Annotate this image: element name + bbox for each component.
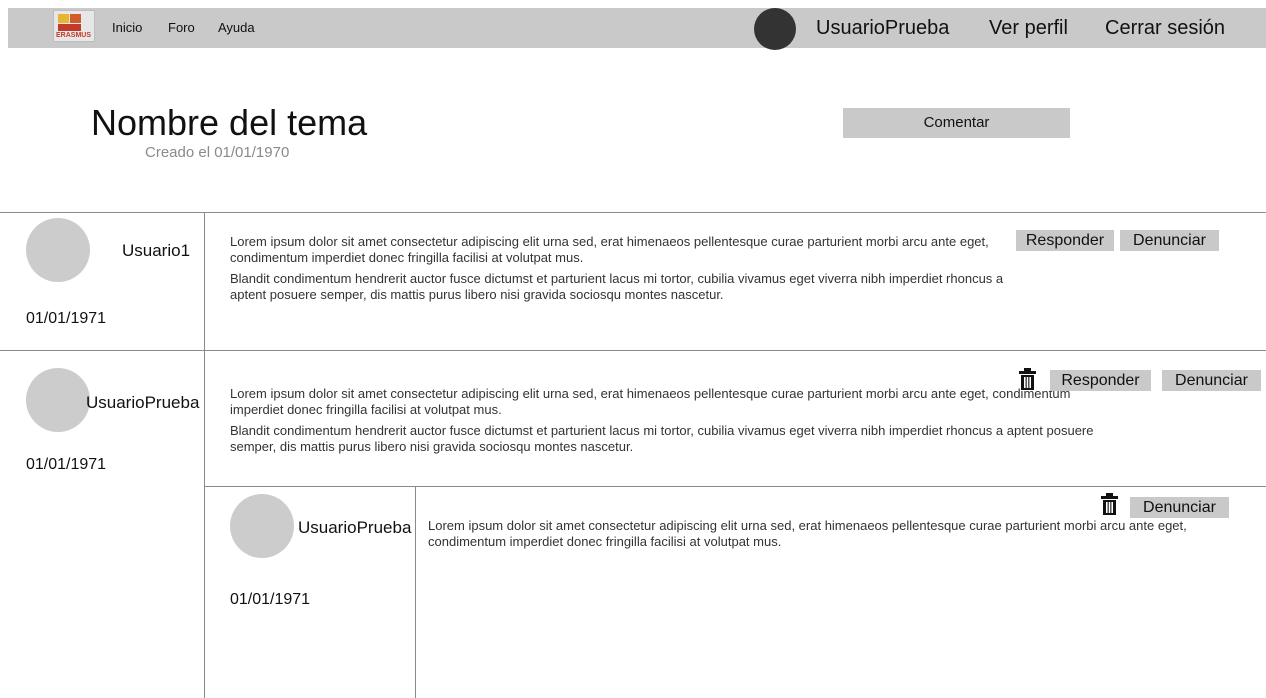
avatar [230,494,294,558]
reply-date: 01/01/1971 [230,591,311,608]
reply-paragraph: Lorem ipsum dolor sit amet consectetur a… [428,518,1187,549]
divider-top [0,212,1266,213]
post-date: 01/01/1971 [26,456,107,473]
topic-title: Nombre del tema [91,102,368,143]
nav-link-ayuda[interactable]: Ayuda [218,20,255,35]
divider-post-2 [204,486,1266,487]
post-column-separator [204,212,205,698]
post-paragraph: Lorem ipsum dolor sit amet consectetur a… [230,234,989,265]
site-logo[interactable]: ERASMUS [53,10,95,42]
nav-link-foro[interactable]: Foro [168,20,195,35]
reply-column-separator [415,486,416,698]
current-user-avatar[interactable] [754,8,796,50]
logo-block-orange [70,14,81,23]
logout-link[interactable]: Cerrar sesión [1105,17,1225,40]
reply-button[interactable]: Responder [1050,370,1151,391]
avatar [26,368,90,432]
avatar [26,218,90,282]
logo-block-yellow [58,14,69,23]
trash-icon[interactable] [1101,493,1118,515]
post-body: Lorem ipsum dolor sit amet consectetur a… [230,234,1010,303]
reply-button[interactable]: Responder [1016,230,1114,251]
report-button[interactable]: Denunciar [1130,497,1229,518]
reply-author[interactable]: UsuarioPrueba [298,518,411,538]
post-paragraph: Blandit condimentum hendrerit auctor fus… [230,271,1004,302]
post-author[interactable]: UsuarioPrueba [86,393,199,413]
logo-text: ERASMUS [56,32,92,39]
page: ERASMUS Inicio Foro Ayuda UsuarioPrueba … [0,0,1266,698]
report-button[interactable]: Denunciar [1120,230,1219,251]
topic-created-date: Creado el 01/01/1970 [145,144,290,161]
report-button[interactable]: Denunciar [1162,370,1261,391]
logo-block-red [58,24,81,31]
current-user-name: UsuarioPrueba [816,17,950,39]
post-body: Lorem ipsum dolor sit amet consectetur a… [230,386,1110,455]
trash-icon[interactable] [1019,368,1036,390]
post-date: 01/01/1971 [26,310,107,327]
comment-button[interactable]: Comentar [843,108,1070,138]
post-author[interactable]: Usuario1 [122,241,190,261]
divider-post-1 [0,350,1266,351]
view-profile-link[interactable]: Ver perfil [989,17,1068,40]
top-navigation-bar: ERASMUS Inicio Foro Ayuda UsuarioPrueba … [8,8,1266,50]
reply-body: Lorem ipsum dolor sit amet consectetur a… [428,518,1218,550]
post-paragraph: Lorem ipsum dolor sit amet consectetur a… [230,386,1071,417]
nav-link-inicio[interactable]: Inicio [112,20,142,35]
post-paragraph: Blandit condimentum hendrerit auctor fus… [230,423,1094,454]
